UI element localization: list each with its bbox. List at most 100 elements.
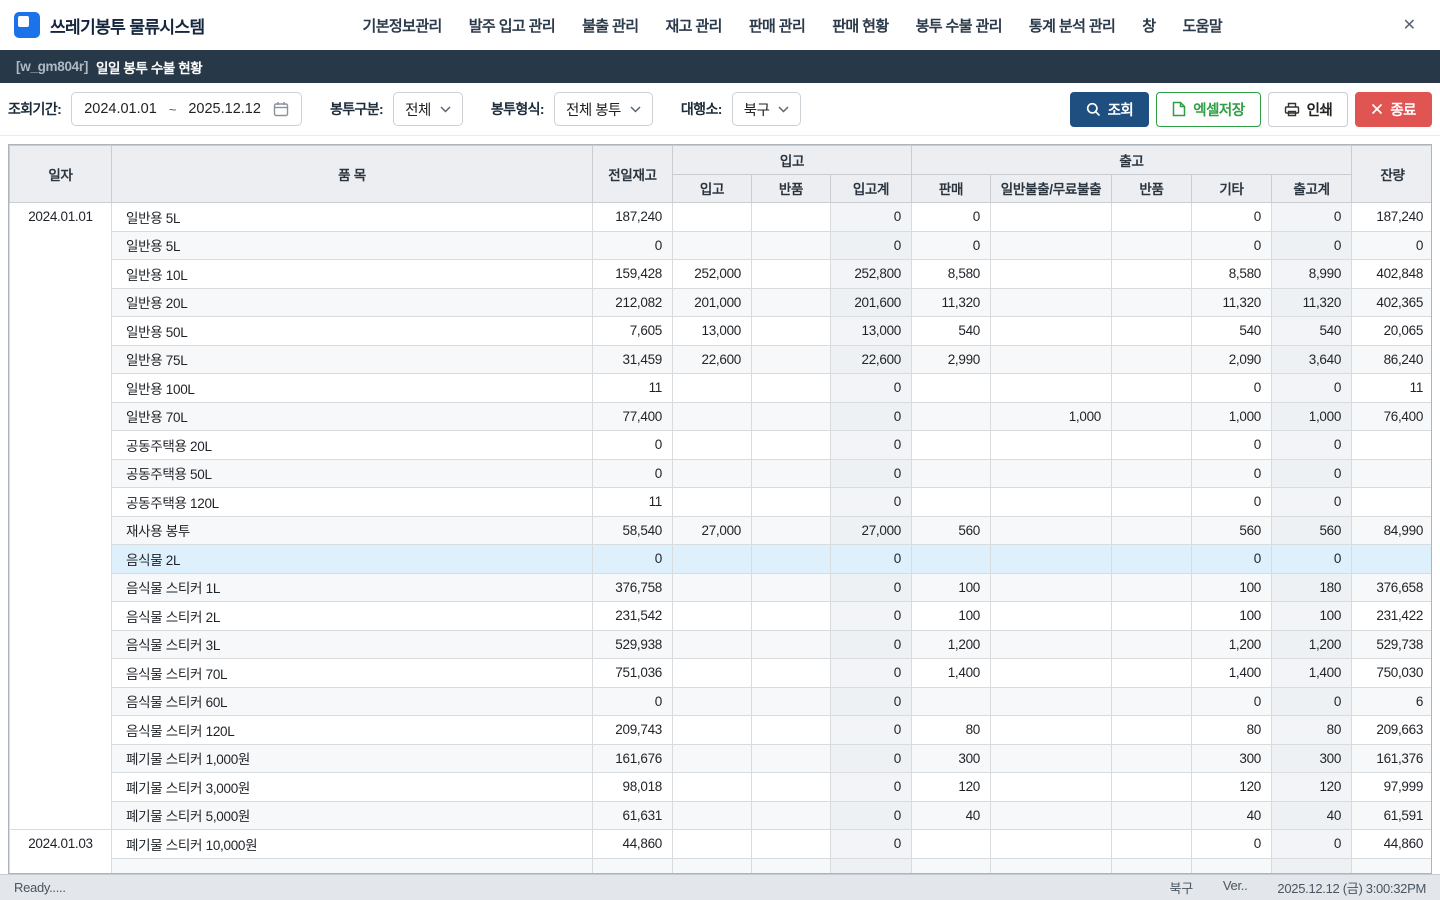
value-cell[interactable]: 0 bbox=[1272, 374, 1352, 403]
value-cell[interactable] bbox=[1352, 488, 1432, 517]
value-cell[interactable]: 540 bbox=[1272, 317, 1352, 346]
value-cell[interactable]: 560 bbox=[912, 516, 991, 545]
value-cell[interactable]: 2,090 bbox=[1192, 345, 1272, 374]
value-cell[interactable]: 40 bbox=[1272, 801, 1352, 830]
print-button[interactable]: 인쇄 bbox=[1268, 92, 1349, 127]
value-cell[interactable]: 80 bbox=[912, 716, 991, 745]
value-cell[interactable] bbox=[991, 573, 1112, 602]
value-cell[interactable]: 6 bbox=[1352, 687, 1432, 716]
value-cell[interactable]: 61,591 bbox=[1352, 801, 1432, 830]
value-cell[interactable] bbox=[752, 801, 831, 830]
value-cell[interactable] bbox=[1112, 545, 1192, 574]
value-cell[interactable]: 0 bbox=[1272, 488, 1352, 517]
value-cell[interactable] bbox=[673, 231, 752, 260]
value-cell[interactable]: 11 bbox=[593, 488, 673, 517]
table-row[interactable]: 폐기물 스티커 5,000원61,631040404061,591 bbox=[10, 801, 1433, 830]
value-cell[interactable] bbox=[1112, 744, 1192, 773]
table-row[interactable]: 일반용 5L000000 bbox=[10, 231, 1433, 260]
table-row[interactable]: 2024.01.01일반용 5L187,2400000187,240 bbox=[10, 203, 1433, 232]
table-row[interactable]: 일반용 70L77,40001,0001,0001,00076,400 bbox=[10, 402, 1433, 431]
value-cell[interactable] bbox=[752, 659, 831, 688]
search-button[interactable]: 조회 bbox=[1070, 92, 1150, 127]
menu-item-1[interactable]: 기본정보관리 bbox=[363, 15, 442, 36]
value-cell[interactable]: 252,000 bbox=[673, 260, 752, 289]
value-cell[interactable]: 201,000 bbox=[673, 288, 752, 317]
value-cell[interactable] bbox=[991, 516, 1112, 545]
value-cell[interactable]: 20,065 bbox=[1352, 317, 1432, 346]
value-cell[interactable] bbox=[1112, 773, 1192, 802]
value-cell[interactable]: 231,422 bbox=[1352, 602, 1432, 631]
value-cell[interactable] bbox=[1352, 858, 1432, 874]
bag-type-select[interactable]: 전체 봉투 bbox=[554, 92, 653, 126]
value-cell[interactable]: 100 bbox=[1192, 573, 1272, 602]
item-cell[interactable]: 공동주택용 120L bbox=[112, 488, 593, 517]
menu-item-6[interactable]: 판매 현황 bbox=[832, 15, 888, 36]
value-cell[interactable] bbox=[912, 374, 991, 403]
value-cell[interactable]: 40 bbox=[912, 801, 991, 830]
value-cell[interactable] bbox=[673, 374, 752, 403]
date-from-field[interactable]: 2024.01.01 bbox=[84, 101, 157, 117]
value-cell[interactable]: 300 bbox=[912, 744, 991, 773]
date-cell[interactable]: 2024.01.03 bbox=[10, 830, 112, 875]
value-cell[interactable]: 84,990 bbox=[1352, 516, 1432, 545]
value-cell[interactable] bbox=[673, 431, 752, 460]
value-cell[interactable] bbox=[1352, 459, 1432, 488]
value-cell[interactable] bbox=[991, 288, 1112, 317]
value-cell[interactable]: 11,320 bbox=[912, 288, 991, 317]
value-cell[interactable]: 22,600 bbox=[673, 345, 752, 374]
value-cell[interactable] bbox=[912, 459, 991, 488]
value-cell[interactable] bbox=[673, 630, 752, 659]
exit-button[interactable]: 종료 bbox=[1355, 92, 1432, 127]
table-row[interactable]: 음식물 스티커 70L751,03601,4001,4001,400750,03… bbox=[10, 659, 1433, 688]
value-cell[interactable]: 187,240 bbox=[1352, 203, 1432, 232]
value-cell[interactable]: 97,999 bbox=[1352, 773, 1432, 802]
value-cell[interactable] bbox=[752, 231, 831, 260]
value-cell[interactable]: 0 bbox=[831, 488, 912, 517]
value-cell[interactable] bbox=[1112, 203, 1192, 232]
value-cell[interactable] bbox=[673, 545, 752, 574]
value-cell[interactable]: 7,605 bbox=[593, 317, 673, 346]
value-cell[interactable]: 11,320 bbox=[1272, 288, 1352, 317]
value-cell[interactable] bbox=[752, 488, 831, 517]
value-cell[interactable]: 100 bbox=[912, 573, 991, 602]
value-cell[interactable] bbox=[752, 516, 831, 545]
value-cell[interactable]: 0 bbox=[593, 545, 673, 574]
value-cell[interactable] bbox=[673, 659, 752, 688]
item-cell[interactable]: 음식물 스티커 70L bbox=[112, 659, 593, 688]
value-cell[interactable]: 86,240 bbox=[1352, 345, 1432, 374]
value-cell[interactable]: 0 bbox=[831, 630, 912, 659]
value-cell[interactable]: 0 bbox=[1192, 431, 1272, 460]
value-cell[interactable]: 161,376 bbox=[1352, 744, 1432, 773]
value-cell[interactable] bbox=[752, 317, 831, 346]
table-row[interactable]: 2024.01.03폐기물 스티커 10,000원44,86000044,860 bbox=[10, 830, 1433, 859]
table-row[interactable]: 공동주택용 120L11000 bbox=[10, 488, 1433, 517]
value-cell[interactable]: 98,018 bbox=[593, 773, 673, 802]
value-cell[interactable] bbox=[991, 203, 1112, 232]
value-cell[interactable]: 80 bbox=[1272, 716, 1352, 745]
value-cell[interactable]: 0 bbox=[1352, 231, 1432, 260]
value-cell[interactable]: 58,540 bbox=[593, 516, 673, 545]
date-cell[interactable]: 2024.01.01 bbox=[10, 203, 112, 830]
value-cell[interactable] bbox=[991, 231, 1112, 260]
value-cell[interactable]: 44,860 bbox=[593, 830, 673, 859]
value-cell[interactable]: 0 bbox=[831, 573, 912, 602]
value-cell[interactable]: 402,848 bbox=[1352, 260, 1432, 289]
value-cell[interactable]: 3,640 bbox=[1272, 345, 1352, 374]
value-cell[interactable] bbox=[991, 630, 1112, 659]
menu-item-4[interactable]: 재고 관리 bbox=[665, 15, 721, 36]
value-cell[interactable]: 77,400 bbox=[593, 402, 673, 431]
item-cell[interactable]: 음식물 스티커 1L bbox=[112, 573, 593, 602]
value-cell[interactable]: 27,000 bbox=[673, 516, 752, 545]
value-cell[interactable]: 0 bbox=[831, 830, 912, 859]
value-cell[interactable] bbox=[1112, 830, 1192, 859]
value-cell[interactable]: 120 bbox=[1192, 773, 1272, 802]
value-cell[interactable] bbox=[673, 716, 752, 745]
value-cell[interactable]: 11 bbox=[1352, 374, 1432, 403]
value-cell[interactable]: 120 bbox=[912, 773, 991, 802]
value-cell[interactable]: 0 bbox=[831, 431, 912, 460]
item-cell[interactable]: 폐기물 스티커 3,000원 bbox=[112, 773, 593, 802]
value-cell[interactable]: 0 bbox=[831, 773, 912, 802]
value-cell[interactable]: 120 bbox=[1272, 773, 1352, 802]
value-cell[interactable]: 0 bbox=[1272, 431, 1352, 460]
value-cell[interactable] bbox=[1112, 573, 1192, 602]
